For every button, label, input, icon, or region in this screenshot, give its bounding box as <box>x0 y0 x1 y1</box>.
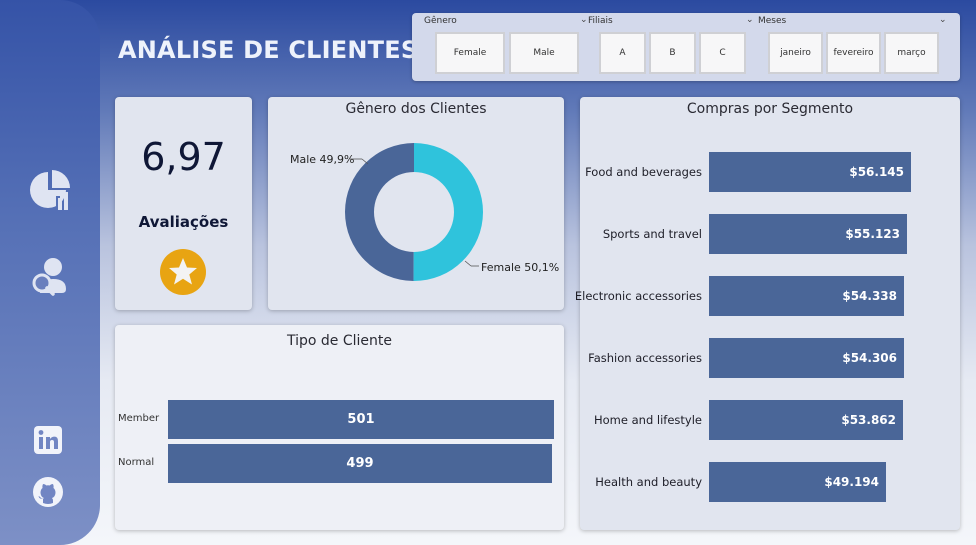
gender-card: Gênero dos Clientes Male 49,9% Female 50… <box>268 97 564 310</box>
github-icon[interactable] <box>32 476 64 508</box>
gender-donut-chart <box>345 143 484 281</box>
chevron-down-icon[interactable]: ⌄ <box>939 15 947 25</box>
rating-card: 6,97 Avaliações <box>115 97 252 310</box>
page-title: ANÁLISE DE CLIENTES <box>118 36 419 64</box>
customer-type-value: 501 <box>347 412 375 427</box>
filter-option-female[interactable]: Female <box>435 32 505 74</box>
donut-slice-male[interactable] <box>345 143 414 281</box>
star-icon <box>160 249 206 295</box>
segment-label: Food and beverages <box>585 165 702 179</box>
customer-type-label: Normal <box>118 457 155 468</box>
segment-label: Electronic accessories <box>574 289 702 303</box>
customer-type-bar[interactable]: 501 <box>168 400 554 439</box>
filter-option-a[interactable]: A <box>599 32 646 74</box>
segment-label: Home and lifestyle <box>594 413 702 427</box>
linkedin-icon[interactable] <box>33 425 63 455</box>
segments-card: Compras por Segmento Food and beverages $… <box>575 97 960 530</box>
customer-type-label: Member <box>118 413 160 424</box>
segment-value-label: $54.338 <box>842 289 897 303</box>
segment-bar[interactable]: $49.194 <box>709 462 886 502</box>
filter-option-janeiro[interactable]: janeiro <box>768 32 823 74</box>
rating-value: 6,97 <box>141 135 226 179</box>
segment-value-label: $55.123 <box>845 227 900 241</box>
segment-bar[interactable]: $55.123 <box>709 214 907 254</box>
filter-panel: Gênero ⌄ Female Male Filiais ⌄ A B C Mes… <box>412 13 960 81</box>
segment-bar[interactable]: $53.862 <box>709 400 903 440</box>
segments-title: Compras por Segmento <box>686 101 854 117</box>
chevron-down-icon[interactable]: ⌄ <box>580 15 588 25</box>
customer-type-card: Tipo de Cliente Member 501 Normal 499 <box>115 325 564 530</box>
segment-bar[interactable]: $54.338 <box>709 276 904 316</box>
segment-value-label: $53.862 <box>841 413 896 427</box>
filter-label-filiais: Filiais <box>588 16 613 26</box>
segment-label: Sports and travel <box>602 227 702 241</box>
segment-value-label: $49.194 <box>824 475 879 489</box>
customer-type-value: 499 <box>346 456 374 471</box>
filter-label-meses: Meses <box>758 16 787 26</box>
customer-type-bar[interactable]: 499 <box>168 444 552 483</box>
user-search-icon[interactable] <box>28 253 74 299</box>
segment-label: Fashion accessories <box>588 351 702 365</box>
filter-option-marco[interactable]: março <box>884 32 939 74</box>
rating-label: Avaliações <box>138 213 229 231</box>
male-slice-label: Male 49,9% <box>290 153 355 166</box>
filter-label-genero: Gênero <box>424 16 457 26</box>
sidebar <box>0 0 100 545</box>
donut-slice-female[interactable] <box>413 143 484 281</box>
segment-value-label: $54.306 <box>842 351 897 365</box>
pie-chart-icon[interactable] <box>28 168 74 214</box>
segment-bar[interactable]: $54.306 <box>709 338 904 378</box>
filter-option-male[interactable]: Male <box>509 32 579 74</box>
segment-label: Health and beauty <box>595 475 702 489</box>
filter-option-fevereiro[interactable]: fevereiro <box>826 32 881 74</box>
segment-value-label: $56.145 <box>849 165 904 179</box>
chevron-down-icon[interactable]: ⌄ <box>746 15 754 25</box>
segment-bar[interactable]: $56.145 <box>709 152 911 192</box>
customer-type-title: Tipo de Cliente <box>286 333 392 349</box>
filter-option-c[interactable]: C <box>699 32 746 74</box>
filter-option-b[interactable]: B <box>649 32 696 74</box>
female-slice-label: Female 50,1% <box>481 261 560 274</box>
